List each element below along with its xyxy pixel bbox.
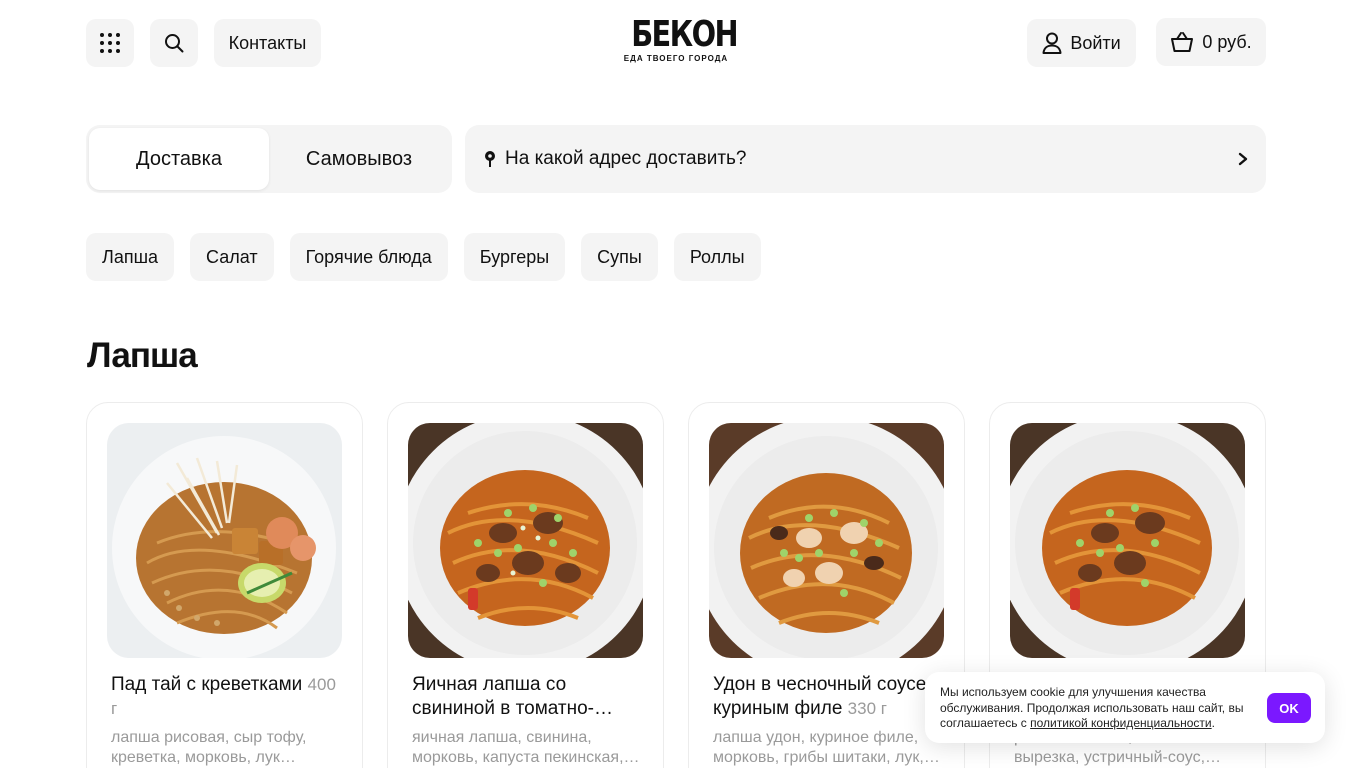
category-chip-noodles[interactable]: Лапша	[86, 233, 175, 281]
category-chips: Лапша Салат Горячие блюда Бургеры Супы Р…	[86, 233, 761, 281]
section-title: Лапша	[87, 336, 198, 375]
privacy-policy-link[interactable]: политикой конфиденциальности	[1030, 716, 1211, 730]
product-name: Пад тай с креветками 400 г	[111, 673, 341, 721]
chevron-right-icon	[1238, 152, 1248, 166]
contacts-button[interactable]: Контакты	[214, 19, 321, 67]
category-chip-burgers[interactable]: Бургеры	[463, 233, 566, 281]
cart-total: 0 руб.	[1202, 31, 1252, 52]
product-title: Яичная лапша со свининой в томатно-…	[412, 674, 613, 719]
login-button[interactable]: Войти	[1027, 19, 1136, 67]
product-name: Удон в чесночный соусе с куриным филе 33…	[713, 673, 943, 721]
basket-icon	[1171, 32, 1194, 52]
product-image	[107, 423, 342, 658]
product-image	[709, 423, 944, 658]
search-icon	[165, 34, 184, 53]
delivery-mode-switch: Доставка Самовывоз	[86, 125, 452, 193]
cookie-ok-button[interactable]: OK	[1267, 693, 1311, 723]
product-image	[1010, 423, 1245, 658]
product-weight: 330 г	[847, 699, 887, 718]
location-pin-icon	[485, 151, 495, 167]
site-logo[interactable]: БЕКОН ЕДА ТВОЕГО ГОРОДА	[620, 14, 739, 68]
product-description: яичная лапша, свинина, морковь, капуста …	[412, 729, 640, 766]
address-selector[interactable]: На какой адрес доставить?	[465, 125, 1266, 193]
tab-pickup[interactable]: Самовывоз	[269, 128, 449, 190]
search-button[interactable]	[150, 19, 198, 67]
category-chip-hot-dishes[interactable]: Горячие блюда	[289, 233, 448, 281]
address-prompt: На какой адрес доставить?	[505, 148, 747, 169]
cookie-text: Мы используем cookie для улучшения качес…	[940, 685, 1244, 730]
top-navigation: Контакты БЕКОН ЕДА ТВОЕГО ГОРОДА Войти 0…	[0, 0, 1366, 86]
category-chip-rolls[interactable]: Роллы	[673, 233, 761, 281]
logo-tagline: ЕДА ТВОЕГО ГОРОДА	[623, 54, 729, 63]
product-card[interactable]: Удон в чесночный соусе с куриным филе 33…	[688, 402, 965, 768]
tab-delivery[interactable]: Доставка	[89, 128, 269, 190]
product-description: лапша рисовая, сыр тофу, креветка, морко…	[111, 729, 307, 766]
product-title: Пад тай с креветками	[111, 674, 303, 695]
product-title: Удон в чесночный соусе с куриным филе	[713, 674, 942, 719]
logo-wordmark: БЕКОН	[631, 14, 738, 55]
login-label: Войти	[1070, 32, 1121, 53]
product-image	[408, 423, 643, 658]
product-description: лапша удон, куриное филе, морковь, грибы…	[713, 729, 940, 766]
cart-button[interactable]: 0 руб.	[1156, 18, 1266, 66]
user-icon	[1042, 32, 1062, 54]
menu-button[interactable]	[86, 19, 134, 67]
grid-menu-icon	[100, 33, 120, 53]
cookie-banner: Мы используем cookie для улучшения качес…	[925, 672, 1325, 743]
product-name: Яичная лапша со свининой в томатно-…	[412, 673, 642, 721]
product-card[interactable]: Пад тай с креветками 400 г лапша рисовая…	[86, 402, 363, 768]
category-chip-salad[interactable]: Салат	[190, 233, 274, 281]
category-chip-soups[interactable]: Супы	[581, 233, 658, 281]
product-card[interactable]: Яичная лапша со свининой в томатно-… яич…	[387, 402, 664, 768]
